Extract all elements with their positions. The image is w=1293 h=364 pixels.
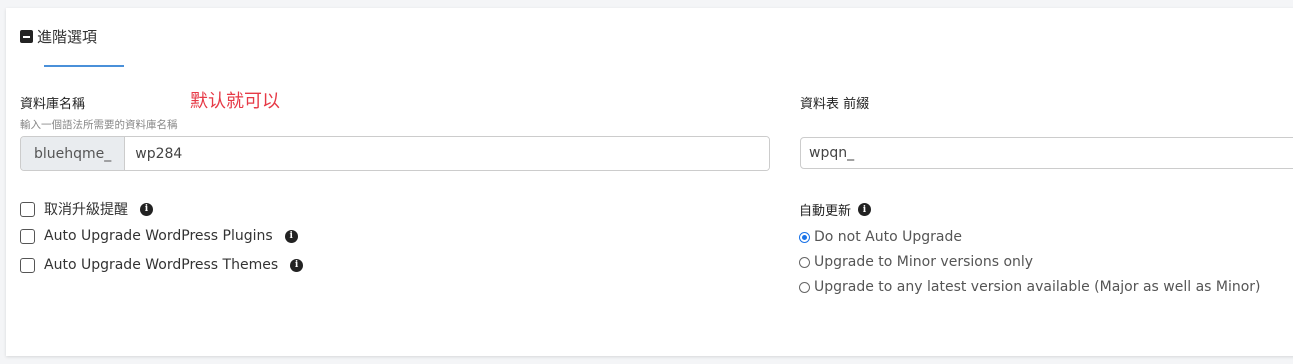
- info-icon[interactable]: i: [858, 203, 872, 216]
- option-disable-upgrade-notify[interactable]: 取消升級提醒 i: [20, 199, 153, 219]
- info-icon[interactable]: i: [290, 258, 304, 272]
- info-icon[interactable]: i: [284, 229, 298, 243]
- table-prefix-input[interactable]: [800, 137, 1293, 169]
- radio-minor-upgrade[interactable]: Upgrade to Minor versions only: [799, 254, 1033, 270]
- advanced-options-toggle[interactable]: 進階選項: [20, 26, 97, 47]
- db-name-input-group: bluehqme_: [20, 136, 770, 171]
- option-label: Auto Upgrade WordPress Plugins: [44, 228, 273, 244]
- option-auto-upgrade-plugins[interactable]: Auto Upgrade WordPress Plugins i: [20, 228, 298, 244]
- section-title: 進階選項: [37, 28, 98, 46]
- section-underline: [44, 65, 124, 67]
- annotation-text: 默认就可以: [190, 91, 280, 112]
- radio-no-auto-upgrade[interactable]: Do not Auto Upgrade: [799, 229, 962, 245]
- radio-button[interactable]: [799, 231, 810, 243]
- option-label: 取消升級提醒: [44, 202, 128, 218]
- auto-update-label: 自動更新: [799, 204, 852, 219]
- advanced-options-panel: [6, 8, 1293, 356]
- db-name-input[interactable]: [125, 137, 769, 170]
- radio-label: Upgrade to any latest version available …: [814, 279, 1261, 295]
- radio-label: Do not Auto Upgrade: [814, 229, 962, 245]
- option-label: Auto Upgrade WordPress Themes: [44, 257, 279, 273]
- db-name-label: 資料庫名稱: [20, 97, 86, 112]
- db-name-prefix-addon: bluehqme_: [21, 137, 126, 170]
- db-name-hint: 輸入一個語法所需要的資料庫名稱: [20, 119, 178, 131]
- option-auto-upgrade-themes[interactable]: Auto Upgrade WordPress Themes i: [20, 257, 304, 273]
- radio-button[interactable]: [799, 281, 810, 293]
- radio-latest-upgrade[interactable]: Upgrade to any latest version available …: [799, 279, 1261, 295]
- info-icon[interactable]: i: [140, 202, 153, 216]
- checkbox[interactable]: [20, 201, 35, 217]
- checkbox[interactable]: [20, 228, 35, 244]
- radio-button[interactable]: [799, 256, 810, 268]
- auto-update-label-row: 自動更新 i: [799, 200, 872, 219]
- checkbox[interactable]: [20, 257, 35, 273]
- table-prefix-label: 資料表 前綴: [800, 97, 870, 112]
- minus-square-icon[interactable]: [20, 30, 33, 43]
- radio-label: Upgrade to Minor versions only: [814, 254, 1034, 270]
